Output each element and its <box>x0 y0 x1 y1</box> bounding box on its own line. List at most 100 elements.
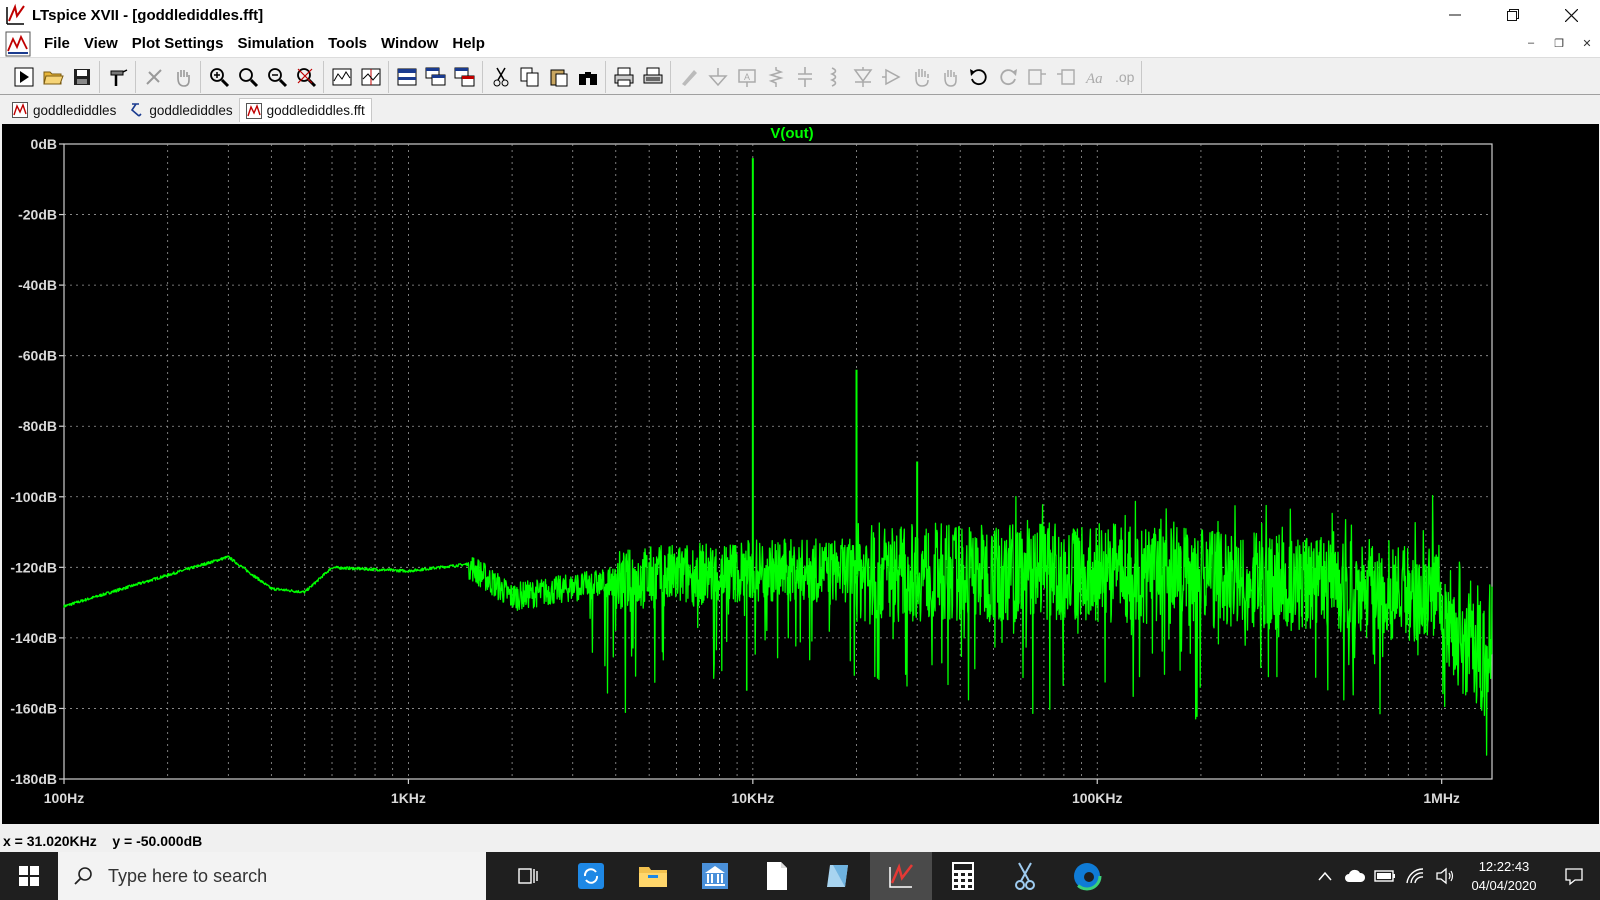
draw-wire-button[interactable] <box>674 63 703 91</box>
taskbar-app-sync[interactable] <box>560 852 622 900</box>
component-button[interactable] <box>877 63 906 91</box>
move-button[interactable] <box>906 63 935 91</box>
taskbar-app-document[interactable] <box>746 852 808 900</box>
cursor-plot-icon <box>361 68 380 85</box>
y-tick-label: -80dB <box>18 418 57 434</box>
diode-icon <box>853 66 872 87</box>
fft-chart[interactable]: V(out) 0dB -20dB -40dB -60dB -80dB -100dB -120d… <box>2 124 1599 824</box>
menu-help[interactable]: Help <box>452 35 485 52</box>
y-tick-label: -140dB <box>10 630 57 646</box>
menu-file[interactable]: File <box>44 35 70 52</box>
tab-goddlediddles-fft[interactable]: goddlediddles.fft <box>238 98 372 122</box>
network-button[interactable] <box>1400 852 1430 900</box>
print-button[interactable] <box>609 63 638 91</box>
system-tray: 12:22:43 04/04/2020 <box>1310 852 1600 900</box>
hammer-icon <box>110 68 127 86</box>
onedrive-button[interactable] <box>1340 852 1370 900</box>
diode-button[interactable] <box>848 63 877 91</box>
mdi-restore-button[interactable]: ❐ <box>1550 34 1568 52</box>
zoom-out-icon <box>267 67 287 87</box>
autorange-button[interactable] <box>327 63 356 91</box>
drag-hand-icon <box>943 69 957 87</box>
text-button[interactable]: Aa <box>1080 63 1109 91</box>
taskbar-app-file-explorer[interactable] <box>622 852 684 900</box>
action-center-button[interactable] <box>1548 852 1600 900</box>
taskbar-app-snipping-tool[interactable] <box>994 852 1056 900</box>
restore-icon <box>1507 9 1519 21</box>
inductor-button[interactable] <box>819 63 848 91</box>
battery-icon <box>1374 870 1395 882</box>
label-net-button[interactable]: A <box>732 63 761 91</box>
resistor-button[interactable] <box>761 63 790 91</box>
waveform-document-icon[interactable] <box>5 31 31 57</box>
print-preview-button[interactable] <box>638 63 667 91</box>
cut-button[interactable] <box>486 63 515 91</box>
redo-button[interactable] <box>993 63 1022 91</box>
open-button[interactable] <box>38 63 67 91</box>
mirror-button[interactable] <box>1051 63 1080 91</box>
pan-button[interactable] <box>168 63 197 91</box>
spice-directive-button[interactable]: .op <box>1109 63 1138 91</box>
zoom-back-button[interactable] <box>233 63 262 91</box>
cascade-button[interactable] <box>421 63 450 91</box>
volume-button[interactable] <box>1430 852 1460 900</box>
battery-button[interactable] <box>1370 852 1400 900</box>
sync-app-icon <box>578 863 604 889</box>
halt-icon <box>145 68 162 85</box>
printer-icon <box>614 67 633 86</box>
taskbar-app-edge[interactable] <box>1056 852 1118 900</box>
capacitor-button[interactable] <box>790 63 819 91</box>
mdi-minimize-button[interactable]: – <box>1522 34 1540 52</box>
tile-horizontally-button[interactable] <box>450 63 479 91</box>
control-panel-button[interactable] <box>103 63 132 91</box>
taskbar-clock[interactable]: 12:22:43 04/04/2020 <box>1460 857 1548 895</box>
menu-simulation[interactable]: Simulation <box>237 35 314 52</box>
close-button[interactable] <box>1542 0 1600 30</box>
component-icon <box>881 68 901 85</box>
drag-button[interactable] <box>935 63 964 91</box>
tab-goddlediddles-waveform[interactable]: goddlediddles <box>6 98 122 122</box>
mdi-close-button[interactable]: ✕ <box>1578 34 1596 52</box>
taskbar-app-notes[interactable] <box>808 852 870 900</box>
folder-icon <box>639 867 667 887</box>
show-hidden-icons-button[interactable] <box>1310 852 1340 900</box>
halt-button[interactable] <box>139 63 168 91</box>
tab-goddlediddles-schematic[interactable]: goddlediddles <box>122 98 238 122</box>
menu-window[interactable]: Window <box>381 35 438 52</box>
save-button[interactable] <box>67 63 96 91</box>
zoom-out-button[interactable] <box>262 63 291 91</box>
run-button[interactable] <box>9 63 38 91</box>
task-view-button[interactable] <box>498 852 560 900</box>
zoom-area-button[interactable] <box>204 63 233 91</box>
tile-icon <box>397 68 416 85</box>
mark-unsorted-button[interactable] <box>356 63 385 91</box>
cascade-icon <box>425 67 445 85</box>
find-button[interactable] <box>573 63 602 91</box>
zoom-icon <box>238 67 258 87</box>
y-tick-label: -160dB <box>10 700 57 716</box>
fft-plot-pane[interactable]: V(out) 0dB -20dB -40dB -60dB -80dB -100dB -120d… <box>2 124 1599 824</box>
ground-button[interactable] <box>703 63 732 91</box>
taskbar-search-box[interactable]: Type here to search <box>58 852 486 900</box>
undo-button[interactable] <box>964 63 993 91</box>
taskbar-app-ltspice[interactable] <box>870 852 932 900</box>
chevron-up-icon <box>1318 871 1332 881</box>
minimize-button[interactable] <box>1426 0 1484 30</box>
svg-text:Aa: Aa <box>1085 71 1103 87</box>
taskbar-app-calculator[interactable] <box>932 852 994 900</box>
taskbar-app-bank[interactable] <box>684 852 746 900</box>
tile-vertically-button[interactable] <box>392 63 421 91</box>
clock-date: 04/04/2020 <box>1471 878 1537 893</box>
restore-button[interactable] <box>1484 0 1542 30</box>
paste-button[interactable] <box>544 63 573 91</box>
start-button[interactable] <box>0 852 58 900</box>
rotate-button[interactable] <box>1022 63 1051 91</box>
document-tabs: goddlediddles goddlediddles goddlediddle… <box>0 96 1600 122</box>
menu-view[interactable]: View <box>84 35 118 52</box>
copy-button[interactable] <box>515 63 544 91</box>
hand-icon <box>176 69 190 87</box>
zoom-full-button[interactable] <box>291 63 320 91</box>
menu-plot-settings[interactable]: Plot Settings <box>132 35 224 52</box>
menu-tools[interactable]: Tools <box>328 35 367 52</box>
tab-label: goddlediddles <box>33 102 117 118</box>
